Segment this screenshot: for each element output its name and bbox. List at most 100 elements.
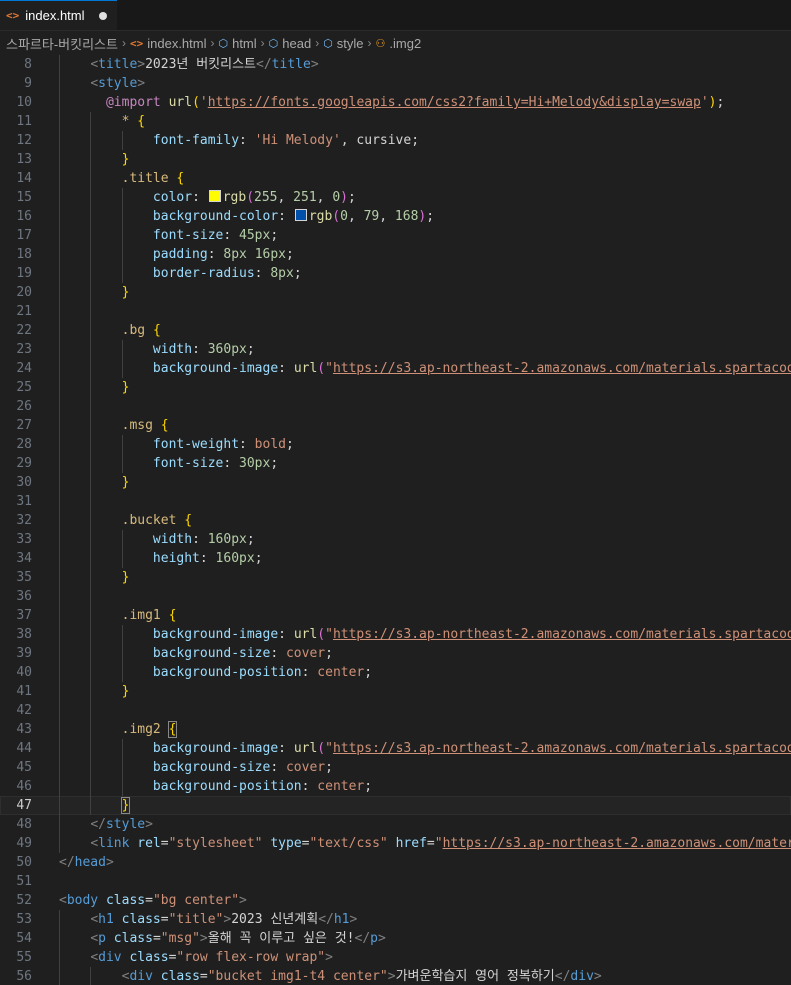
code-line[interactable]: 8 <title>2023년 버킷리스트</title> — [0, 55, 791, 74]
cube-icon: ⬡ — [218, 37, 229, 50]
line-number: 45 — [16, 760, 32, 775]
line-number: 11 — [16, 114, 32, 129]
code-line[interactable]: 26 — [0, 397, 791, 416]
unsaved-dot-icon[interactable] — [98, 11, 107, 20]
code-line[interactable]: 56 <div class="bucket img1-t4 center">가벼… — [0, 967, 791, 985]
code-line[interactable]: 42 — [0, 701, 791, 720]
code-line[interactable]: 15 color: rgb(255, 251, 0); — [0, 188, 791, 207]
code-line[interactable]: 43 .img2 { — [0, 720, 791, 739]
code-line[interactable]: 47 } — [0, 796, 791, 815]
breadcrumb-img2[interactable]: ⚇ .img2 — [376, 36, 422, 51]
code-token: ( — [317, 361, 326, 376]
code-line[interactable]: 31 — [0, 492, 791, 511]
code-line[interactable]: 25 } — [0, 378, 791, 397]
code-line[interactable]: 41 } — [0, 682, 791, 701]
code-line[interactable]: 13 } — [0, 150, 791, 169]
code-token: background-image — [152, 741, 279, 756]
code-line[interactable]: 19 border-radius: 8px; — [0, 264, 791, 283]
code-line[interactable]: 37 .img1 { — [0, 606, 791, 625]
code-line[interactable]: 54 <p class="msg">올해 꼭 이루고 싶은 것!</p> — [0, 929, 791, 948]
code-token: rgb — [222, 190, 247, 205]
code-line[interactable]: 36 — [0, 587, 791, 606]
breadcrumb-label: html — [232, 35, 257, 51]
line-number: 21 — [16, 304, 32, 319]
code-line[interactable]: 55 <div class="row flex-row wrap"> — [0, 948, 791, 967]
line-number: 10 — [16, 95, 32, 110]
code-line[interactable]: 16 background-color: rgb(0, 79, 168); — [0, 207, 791, 226]
code-token: = — [160, 912, 169, 927]
code-token: : — [278, 361, 294, 376]
code-line[interactable]: 14 .title { — [0, 169, 791, 188]
code-text: <h1 class="title">2023 신년계획</h1> — [32, 910, 357, 929]
code-line[interactable]: 29 font-size: 30px; — [0, 454, 791, 473]
breadcrumb-style[interactable]: ⬡ style — [323, 36, 363, 51]
code-line[interactable]: 28 font-weight: bold; — [0, 435, 791, 454]
breadcrumb-file[interactable]: <> index.html — [130, 36, 207, 51]
code-line[interactable]: 18 padding: 8px 16px; — [0, 245, 791, 264]
code-line[interactable]: 49 <link rel="stylesheet" type="text/css… — [0, 834, 791, 853]
code-line[interactable]: 48 </style> — [0, 815, 791, 834]
code-line[interactable]: 52 <body class="bg center"> — [0, 891, 791, 910]
code-token: url — [293, 361, 318, 376]
code-line[interactable]: 22 .bg { — [0, 321, 791, 340]
code-token: : — [270, 646, 286, 661]
code-text: .img1 { — [32, 606, 176, 625]
code-line[interactable]: 12 font-family: 'Hi Melody', cursive; — [0, 131, 791, 150]
code-line[interactable]: 11 * { — [0, 112, 791, 131]
breadcrumb: 스파르타-버킷리스트 › <> index.html › ⬡ html › ⬡ hea… — [0, 31, 791, 55]
code-line[interactable]: 23 width: 360px; — [0, 340, 791, 359]
code-line[interactable]: 44 background-image: url("https://s3.ap-… — [0, 739, 791, 758]
code-line[interactable]: 53 <h1 class="title">2023 신년계획</h1> — [0, 910, 791, 929]
breadcrumb-head[interactable]: ⬡ head — [269, 36, 312, 51]
code-editor[interactable]: 8 <title>2023년 버킷리스트</title> 9 <style> 10 … — [0, 55, 791, 985]
line-number: 37 — [16, 608, 32, 623]
code-line[interactable]: 35 } — [0, 568, 791, 587]
code-token: 0 — [332, 190, 341, 205]
code-line[interactable]: 40 background-position: center; — [0, 663, 791, 682]
code-line[interactable]: 32 .bucket { — [0, 511, 791, 530]
code-line[interactable]: 34 height: 160px; — [0, 549, 791, 568]
breadcrumb-html[interactable]: ⬡ html — [218, 36, 256, 51]
code-line[interactable]: 10 @import url('https://fonts.googleapis… — [0, 93, 791, 112]
code-line[interactable]: 9 <style> — [0, 74, 791, 93]
code-token: .bucket — [121, 513, 177, 528]
code-line[interactable]: 20 } — [0, 283, 791, 302]
breadcrumb-folder[interactable]: 스파르타-버킷리스트 — [6, 34, 118, 53]
code-token: = — [199, 969, 208, 984]
code-line[interactable]: 24 background-image: url("https://s3.ap-… — [0, 359, 791, 378]
code-text: <div class="row flex-row wrap"> — [32, 948, 333, 967]
code-token: { — [168, 608, 177, 623]
line-number: 13 — [16, 152, 32, 167]
code-line[interactable]: 46 background-position: center; — [0, 777, 791, 796]
code-text: } — [32, 473, 129, 492]
code-token: 8px — [223, 247, 247, 262]
code-line[interactable]: 45 background-size: cover; — [0, 758, 791, 777]
code-token: > — [105, 855, 114, 870]
color-swatch[interactable] — [208, 190, 221, 202]
color-swatch[interactable] — [294, 209, 307, 221]
code-line[interactable]: 51 — [0, 872, 791, 891]
code-line[interactable]: 17 font-size: 45px; — [0, 226, 791, 245]
chevron-right-icon: › — [210, 36, 215, 50]
code-token: 168 — [394, 209, 419, 224]
code-token: , — [347, 209, 364, 224]
code-token: </ — [256, 57, 272, 72]
code-token: ; — [347, 190, 356, 205]
code-line[interactable]: 21 — [0, 302, 791, 321]
code-token: background-position — [152, 665, 302, 680]
code-token: "bucket img1-t4 center" — [207, 969, 388, 984]
code-line[interactable]: 50 </head> — [0, 853, 791, 872]
code-token: url — [293, 627, 318, 642]
code-line[interactable]: 33 width: 160px; — [0, 530, 791, 549]
code-token: 2023 신년계획 — [231, 912, 319, 927]
code-token: : — [239, 133, 255, 148]
code-line[interactable]: 27 .msg { — [0, 416, 791, 435]
code-line[interactable]: 30 } — [0, 473, 791, 492]
code-line[interactable]: 39 background-size: cover; — [0, 644, 791, 663]
tab-index-html[interactable]: <> index.html — [0, 0, 117, 30]
code-line[interactable]: 38 background-image: url("https://s3.ap-… — [0, 625, 791, 644]
code-text: @import url('https://fonts.googleapis.co… — [32, 93, 724, 112]
